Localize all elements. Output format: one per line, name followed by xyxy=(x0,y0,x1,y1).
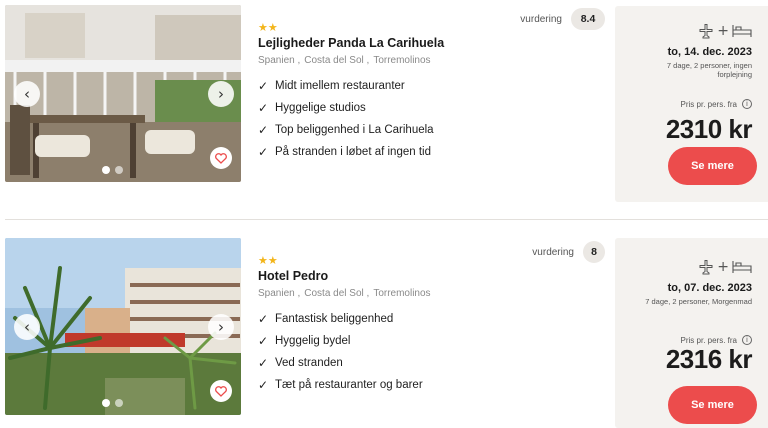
checkmark-icon: ✓ xyxy=(258,101,269,115)
checkmark-icon: ✓ xyxy=(258,123,269,137)
feature-item: ✓ Fantastisk beliggenhed xyxy=(258,308,598,330)
feature-text: Hyggelig bydel xyxy=(275,335,351,347)
feature-text: Tæt på restauranter og barer xyxy=(275,379,423,391)
hotel-photo[interactable]: ‹ › xyxy=(5,238,241,415)
price-panel: + to, 14. dec. 2023 7 dage, 2 personer, … xyxy=(615,6,768,202)
feature-text: Ved stranden xyxy=(275,357,343,369)
checkmark-icon: ✓ xyxy=(258,334,269,348)
feature-item: ✓ På stranden i løbet af ingen tid xyxy=(258,141,598,163)
checkmark-icon: ✓ xyxy=(258,356,269,370)
carousel-dot[interactable] xyxy=(115,399,123,407)
chevron-left-icon[interactable]: ‹ xyxy=(14,80,40,107)
feature-item: ✓ Hyggelig bydel xyxy=(258,330,598,352)
info-icon[interactable]: i xyxy=(742,99,752,109)
hotel-name[interactable]: Hotel Pedro xyxy=(258,269,598,283)
hotel-photo-image xyxy=(5,5,241,182)
feature-list: ✓ Midt imellem restauranter ✓ Hyggelige st… xyxy=(258,75,598,163)
feature-text: Midt imellem restauranter xyxy=(275,80,405,92)
hotel-card[interactable]: ‹ › ★★ Hotel Pedro Spanien Costa del Sol… xyxy=(0,233,768,428)
rating-label: vurdering xyxy=(520,13,562,25)
rating-score: 8.4 xyxy=(571,8,605,30)
departure-date: to, 07. dec. 2023 xyxy=(667,282,752,294)
plus-icon: + xyxy=(717,259,729,275)
bed-icon xyxy=(732,25,752,37)
price: 2310 kr xyxy=(665,114,753,144)
chevron-right-icon[interactable]: › xyxy=(208,80,234,107)
feature-text: Hyggelige studios xyxy=(275,102,366,114)
checkmark-icon: ✓ xyxy=(258,378,269,392)
see-more-button[interactable]: Se mere xyxy=(668,386,757,424)
checkmark-icon: ✓ xyxy=(258,79,269,93)
heart-icon[interactable] xyxy=(210,380,232,402)
carousel-dot[interactable] xyxy=(102,399,110,407)
location-country: Spanien xyxy=(258,55,295,66)
price-label: Pris pr. pers. fra i xyxy=(681,99,752,109)
guest-rating: vurdering 8.4 xyxy=(520,8,605,30)
location-city: Torremolinos xyxy=(367,55,431,66)
plus-icon: + xyxy=(717,23,729,39)
feature-item: ✓ Ved stranden xyxy=(258,352,598,374)
price-label-text: Pris pr. pers. fra xyxy=(680,99,737,109)
checkmark-icon: ✓ xyxy=(258,145,269,159)
location-region: Costa del Sol xyxy=(297,288,363,299)
airplane-icon xyxy=(699,260,713,275)
feature-item: ✓ Midt imellem restauranter xyxy=(258,75,598,97)
feature-item: ✓ Top beliggenhed i La Carihuela xyxy=(258,119,598,141)
package-icons: + xyxy=(698,23,752,39)
trip-details: 7 dage, 2 personer, ingen forplejning xyxy=(666,61,752,79)
feature-text: Top beliggenhed i La Carihuela xyxy=(275,124,434,136)
feature-text: Fantastisk beliggenhed xyxy=(275,313,394,325)
rating-score: 8 xyxy=(583,241,605,263)
feature-item: ✓ Tæt på restauranter og barer xyxy=(258,374,598,396)
hotel-photo[interactable]: ‹ › xyxy=(5,5,241,182)
see-more-button[interactable]: Se mere xyxy=(668,147,757,185)
hotel-photo-image xyxy=(5,238,241,415)
package-icons: + xyxy=(698,259,752,275)
price-panel: + to, 07. dec. 2023 7 dage, 2 personer, … xyxy=(615,238,768,428)
card-divider xyxy=(5,219,768,220)
location-region: Costa del Sol xyxy=(297,55,363,66)
hotel-info: ★★ Lejligheder Panda La Carihuela Spanie… xyxy=(258,22,598,163)
feature-text: På stranden i løbet af ingen tid xyxy=(275,146,431,158)
carousel-dots xyxy=(102,166,123,174)
location-city: Torremolinos xyxy=(367,288,431,299)
guest-rating: vurdering 8 xyxy=(532,241,605,263)
hotel-card[interactable]: ‹ › ★★ Lejligheder Panda La Carihuela Sp… xyxy=(0,0,768,208)
carousel-dot[interactable] xyxy=(115,166,123,174)
rating-label: vurdering xyxy=(532,246,574,258)
chevron-left-icon[interactable]: ‹ xyxy=(14,313,40,340)
hotel-location: Spanien Costa del Sol Torremolinos xyxy=(258,55,598,66)
hotel-location: Spanien Costa del Sol Torremolinos xyxy=(258,288,598,299)
price: 2316 kr xyxy=(665,344,753,374)
checkmark-icon: ✓ xyxy=(258,312,269,326)
heart-icon[interactable] xyxy=(210,147,232,169)
bed-icon xyxy=(732,261,752,273)
chevron-right-icon[interactable]: › xyxy=(208,313,234,340)
departure-date: to, 14. dec. 2023 xyxy=(667,46,752,58)
feature-list: ✓ Fantastisk beliggenhed ✓ Hyggelig bydel … xyxy=(258,308,598,396)
carousel-dots xyxy=(102,399,123,407)
hotel-info: ★★ Hotel Pedro Spanien Costa del Sol Tor… xyxy=(258,255,598,396)
location-country: Spanien xyxy=(258,288,295,299)
trip-details: 7 dage, 2 personer, Morgenmad xyxy=(645,297,752,306)
carousel-dot[interactable] xyxy=(102,166,110,174)
airplane-icon xyxy=(699,24,713,39)
feature-item: ✓ Hyggelige studios xyxy=(258,97,598,119)
hotel-name[interactable]: Lejligheder Panda La Carihuela xyxy=(258,36,598,50)
